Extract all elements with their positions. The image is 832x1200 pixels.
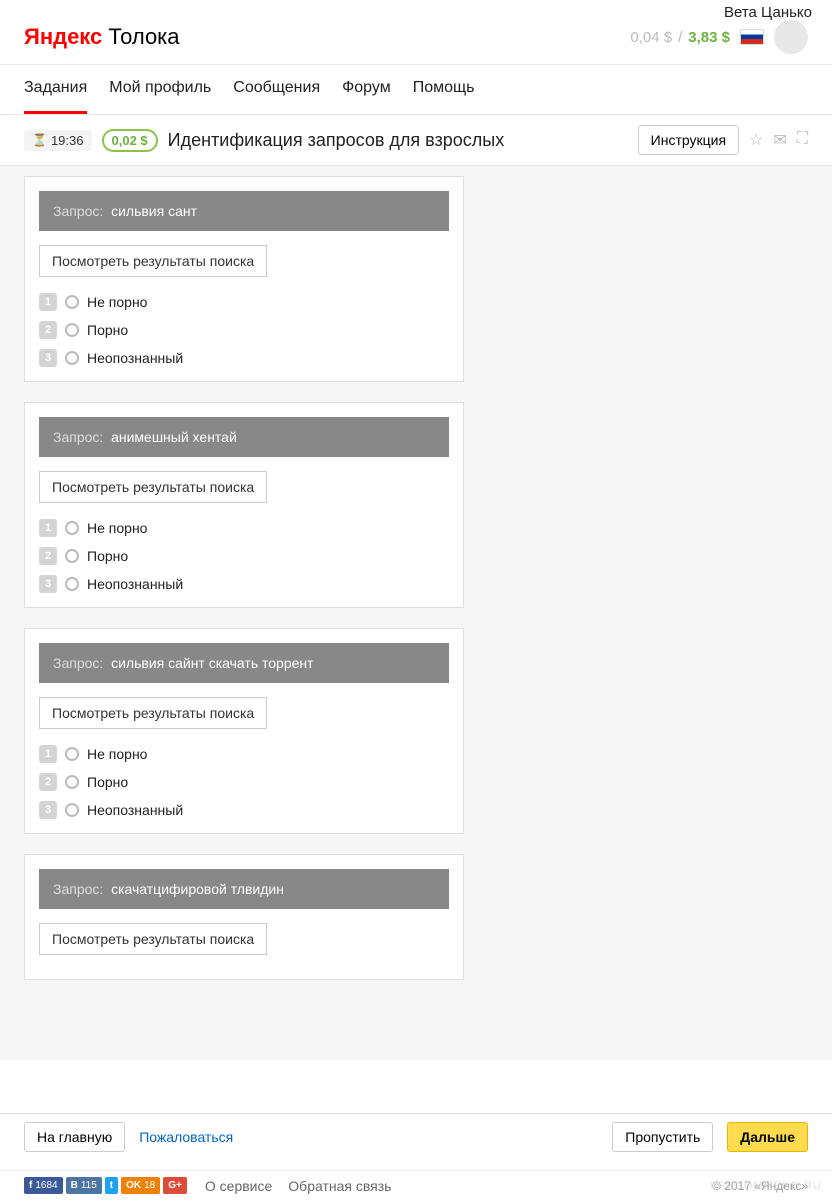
num-badge: 1: [39, 293, 57, 311]
nav-item-0[interactable]: Задания: [24, 79, 87, 114]
logo-product: Толока: [108, 24, 179, 49]
balance-separator: /: [678, 29, 682, 46]
num-badge: 1: [39, 519, 57, 537]
available-balance: 3,83 $: [688, 29, 730, 46]
search-results-button[interactable]: Посмотреть результаты поиска: [39, 245, 267, 277]
nav-item-3[interactable]: Форум: [342, 79, 391, 114]
option-label: Не порно: [87, 294, 147, 310]
nav-item-1[interactable]: Мой профиль: [109, 79, 211, 114]
nav: Задания Мой профиль Сообщения Форум Помощь: [0, 65, 832, 115]
query-header: Запрос: анимешный хентай: [39, 417, 449, 457]
taskbar: ⏳ 19:36 0,02 $ Идентификация запросов дл…: [0, 115, 832, 166]
num-badge: 2: [39, 321, 57, 339]
task-card: Запрос: сильвия сайнт скачать торрент Пос…: [24, 628, 464, 834]
instruction-button[interactable]: Инструкция: [638, 125, 739, 155]
option-label: Порно: [87, 322, 128, 338]
option-2[interactable]: 3 Неопознанный: [39, 801, 449, 819]
radio-icon[interactable]: [65, 577, 79, 591]
query-header: Запрос: скачатцифировой тлвидин: [39, 869, 449, 909]
footer: f 1684 B 115 t OK 18 G+ О сервисе Обратна…: [0, 1170, 832, 1200]
option-2[interactable]: 3 Неопознанный: [39, 575, 449, 593]
radio-icon[interactable]: [65, 295, 79, 309]
complain-link[interactable]: Пожаловаться: [139, 1129, 233, 1145]
pending-balance: 0,04 $: [630, 29, 672, 46]
num-badge: 3: [39, 575, 57, 593]
radio-icon[interactable]: [65, 323, 79, 337]
option-0[interactable]: 1 Не порно: [39, 519, 449, 537]
option-0[interactable]: 1 Не порно: [39, 745, 449, 763]
facebook-share[interactable]: f 1684: [24, 1177, 63, 1194]
logo-brand: Яндекс: [24, 24, 102, 49]
fullscreen-icon[interactable]: ⛶: [797, 130, 808, 150]
star-icon[interactable]: ☆: [749, 130, 763, 150]
flag-icon[interactable]: [740, 29, 764, 45]
avatar[interactable]: [774, 20, 808, 54]
social-buttons: f 1684 B 115 t OK 18 G+: [24, 1177, 187, 1194]
option-label: Не порно: [87, 520, 147, 536]
nav-item-2[interactable]: Сообщения: [233, 79, 320, 114]
bottombar: На главную Пожаловаться Пропустить Дальш…: [0, 1113, 832, 1160]
num-badge: 3: [39, 349, 57, 367]
options: 1 Не порно 2 Порно 3 Неопознанный: [39, 745, 449, 819]
timer: ⏳ 19:36: [24, 130, 92, 151]
option-label: Порно: [87, 548, 128, 564]
options: 1 Не порно 2 Порно 3 Неопознанный: [39, 293, 449, 367]
twitter-share[interactable]: t: [105, 1177, 118, 1194]
logo[interactable]: Яндекс Толока: [24, 24, 180, 50]
task-card: Запрос: скачатцифировой тлвидин Посмотрет…: [24, 854, 464, 980]
task-card: Запрос: анимешный хентай Посмотреть резул…: [24, 402, 464, 608]
home-button[interactable]: На главную: [24, 1122, 125, 1152]
radio-icon[interactable]: [65, 351, 79, 365]
header: Яндекс Толока 0,04 $ / 3,83 $: [0, 0, 832, 65]
option-1[interactable]: 2 Порно: [39, 547, 449, 565]
radio-icon[interactable]: [65, 747, 79, 761]
content: Запрос: сильвия сант Посмотреть результат…: [0, 166, 832, 1060]
num-badge: 3: [39, 801, 57, 819]
num-badge: 2: [39, 547, 57, 565]
option-1[interactable]: 2 Порно: [39, 773, 449, 791]
skip-button[interactable]: Пропустить: [612, 1122, 713, 1152]
radio-icon[interactable]: [65, 521, 79, 535]
search-results-button[interactable]: Посмотреть результаты поиска: [39, 697, 267, 729]
taskbar-icons: ☆ ✉ ⛶: [749, 130, 808, 150]
radio-icon[interactable]: [65, 549, 79, 563]
nav-item-4[interactable]: Помощь: [413, 79, 475, 114]
option-0[interactable]: 1 Не порно: [39, 293, 449, 311]
search-results-button[interactable]: Посмотреть результаты поиска: [39, 923, 267, 955]
footer-link-0[interactable]: О сервисе: [205, 1178, 272, 1194]
task-title: Идентификация запросов для взрослых: [168, 130, 628, 151]
watermark: I RECOMMEND.RU: [710, 1180, 822, 1192]
header-right: 0,04 $ / 3,83 $: [630, 20, 808, 54]
search-results-button[interactable]: Посмотреть результаты поиска: [39, 471, 267, 503]
gplus-share[interactable]: G+: [163, 1177, 187, 1194]
option-1[interactable]: 2 Порно: [39, 321, 449, 339]
option-2[interactable]: 3 Неопознанный: [39, 349, 449, 367]
option-label: Неопознанный: [87, 576, 183, 592]
option-label: Неопознанный: [87, 802, 183, 818]
query-header: Запрос: сильвия сайнт скачать торрент: [39, 643, 449, 683]
num-badge: 1: [39, 745, 57, 763]
option-label: Порно: [87, 774, 128, 790]
footer-links: О сервисе Обратная связь: [205, 1178, 392, 1194]
ok-share[interactable]: OK 18: [121, 1177, 160, 1194]
mail-icon[interactable]: ✉: [773, 130, 786, 150]
vk-share[interactable]: B 115: [66, 1177, 102, 1194]
task-price: 0,02 $: [102, 129, 158, 152]
radio-icon[interactable]: [65, 803, 79, 817]
hourglass-icon: ⏳: [32, 133, 47, 147]
options: 1 Не порно 2 Порно 3 Неопознанный: [39, 519, 449, 593]
next-button[interactable]: Дальше: [727, 1122, 808, 1152]
footer-link-1[interactable]: Обратная связь: [288, 1178, 391, 1194]
num-badge: 2: [39, 773, 57, 791]
option-label: Неопознанный: [87, 350, 183, 366]
radio-icon[interactable]: [65, 775, 79, 789]
task-card: Запрос: сильвия сант Посмотреть результат…: [24, 176, 464, 382]
query-header: Запрос: сильвия сант: [39, 191, 449, 231]
balance[interactable]: 0,04 $ / 3,83 $: [630, 29, 730, 46]
timer-value: 19:36: [51, 133, 84, 148]
username: Вета Цанько: [724, 4, 812, 21]
option-label: Не порно: [87, 746, 147, 762]
